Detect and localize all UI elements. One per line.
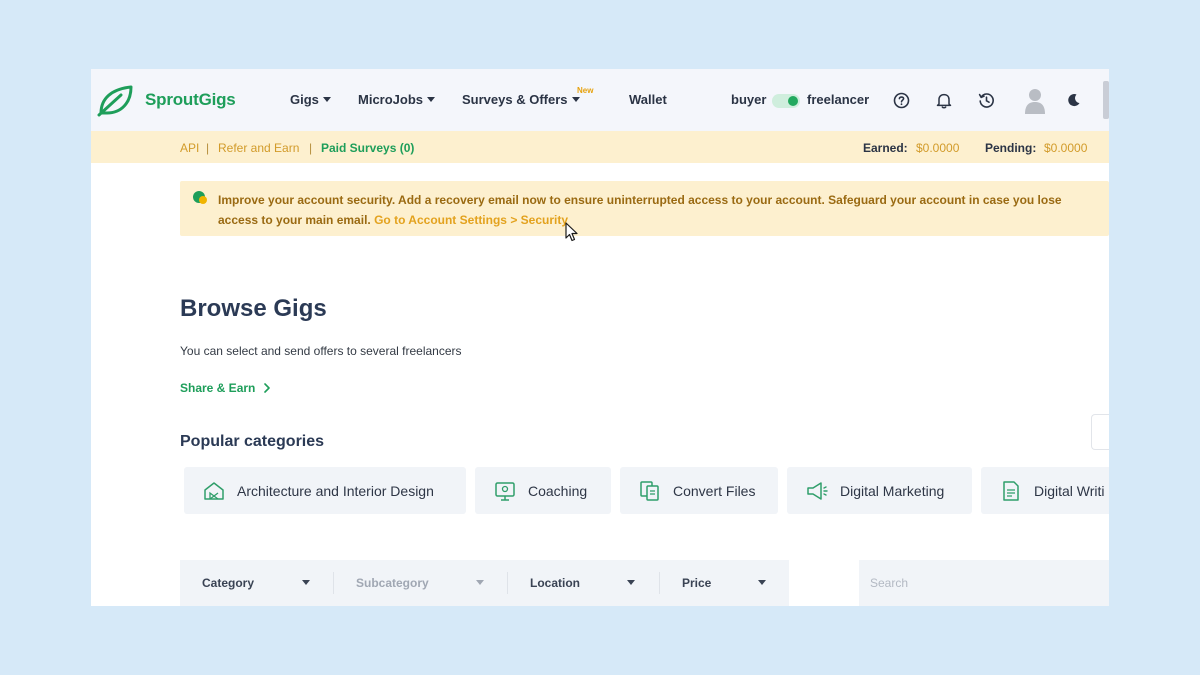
history-button[interactable]	[976, 90, 996, 110]
top-header: SproutGigs Gigs MicroJobs Surveys & Offe…	[91, 69, 1109, 131]
chevron-down-icon	[571, 97, 580, 102]
sub-navigation-bar: API | Refer and Earn | Paid Surveys (0) …	[91, 131, 1109, 163]
price-dropdown-label: Price	[682, 576, 712, 590]
page-subtitle: You can select and send offers to severa…	[180, 344, 462, 358]
chevron-down-icon	[427, 97, 436, 102]
share-and-earn-label: Share & Earn	[180, 381, 256, 395]
help-button[interactable]	[891, 90, 911, 110]
category-convert-files[interactable]: Convert Files	[620, 467, 778, 514]
leaf-logo-icon	[97, 85, 133, 117]
category-label: Digital Writi	[1034, 482, 1105, 499]
popular-categories-title: Popular categories	[180, 433, 325, 450]
category-dropdown[interactable]: Category	[202, 560, 332, 606]
category-coaching[interactable]: Coaching	[475, 467, 611, 514]
chevron-down-icon	[322, 97, 331, 102]
category-dropdown-label: Category	[202, 576, 255, 590]
separator: |	[206, 141, 210, 155]
history-icon	[978, 92, 994, 108]
divider	[659, 572, 660, 594]
chevron-right-icon	[264, 383, 271, 393]
chevron-down-icon	[758, 580, 766, 585]
subcategory-dropdown-label: Subcategory	[356, 576, 429, 590]
chevron-down-icon	[627, 580, 635, 585]
chat-bubble-icon	[193, 191, 207, 204]
earned-label: Earned:	[863, 141, 908, 155]
category-label: Convert Files	[673, 482, 756, 499]
security-message: Improve your account security. Add a rec…	[218, 190, 1098, 230]
mode-buyer-label: buyer	[731, 92, 766, 107]
search-input[interactable]	[859, 560, 1109, 606]
location-dropdown[interactable]: Location	[530, 560, 660, 606]
moon-icon	[1068, 94, 1080, 107]
nav-gigs[interactable]: Gigs	[290, 92, 331, 107]
refer-and-earn-link[interactable]: Refer and Earn	[218, 141, 299, 155]
side-scroll-tab[interactable]	[1091, 414, 1109, 450]
logo[interactable]: SproutGigs	[97, 83, 236, 117]
mode-buyer-text: buyer	[731, 92, 767, 107]
category-label: Architecture and Interior Design	[237, 482, 434, 499]
new-badge: New	[577, 86, 594, 95]
monitor-icon	[495, 481, 515, 501]
security-message-text: Improve your account security. Add a rec…	[218, 193, 1062, 227]
nav-surveys-label: Surveys & Offers	[462, 92, 568, 107]
brand-name: SproutGigs	[145, 90, 236, 109]
dark-mode-button[interactable]	[1064, 90, 1084, 110]
account-settings-security-link[interactable]: Go to Account Settings > Security	[374, 213, 568, 227]
paid-surveys-link[interactable]: Paid Surveys (0)	[321, 141, 414, 155]
user-avatar-icon[interactable]	[1020, 85, 1050, 115]
bell-icon	[936, 93, 952, 108]
chevron-down-icon	[476, 580, 484, 585]
share-and-earn-link[interactable]: Share & Earn	[180, 381, 271, 395]
notifications-button[interactable]	[934, 90, 954, 110]
nav-wallet-label: Wallet	[629, 92, 667, 107]
separator: |	[309, 141, 313, 155]
house-icon	[204, 481, 224, 500]
category-architecture[interactable]: Architecture and Interior Design	[184, 467, 466, 514]
nav-wallet[interactable]: Wallet	[629, 92, 667, 107]
nav-surveys-offers[interactable]: Surveys & Offers New	[462, 86, 593, 107]
mode-freelancer-text: freelancer	[807, 92, 870, 107]
earned-value: $0.0000	[916, 141, 960, 155]
window-edge	[1103, 81, 1109, 119]
browser-viewport: SproutGigs Gigs MicroJobs Surveys & Offe…	[91, 69, 1109, 606]
mouse-cursor-icon	[565, 222, 578, 242]
divider	[507, 572, 508, 594]
pending-value: $0.0000	[1044, 141, 1088, 155]
chevron-down-icon	[302, 580, 310, 585]
pending-label: Pending:	[985, 141, 1037, 155]
nav-microjobs[interactable]: MicroJobs	[358, 92, 436, 107]
filter-bar: Category Subcategory Location Price	[180, 560, 789, 606]
subcategory-dropdown[interactable]: Subcategory	[356, 560, 506, 606]
page-title: Browse Gigs	[180, 295, 327, 322]
category-label: Coaching	[528, 482, 588, 499]
nav-microjobs-label: MicroJobs	[358, 92, 424, 107]
price-dropdown[interactable]: Price	[682, 560, 782, 606]
buyer-freelancer-toggle[interactable]	[772, 94, 800, 108]
document-icon	[1003, 480, 1019, 501]
security-alert-banner: Improve your account security. Add a rec…	[180, 181, 1109, 236]
toggle-knob	[788, 96, 798, 106]
divider	[333, 572, 334, 594]
help-icon	[893, 92, 909, 108]
category-digital-writing[interactable]: Digital Writi	[981, 467, 1109, 514]
category-digital-marketing[interactable]: Digital Marketing	[787, 467, 972, 514]
api-link[interactable]: API	[180, 141, 199, 155]
nav-gigs-label: Gigs	[290, 92, 319, 107]
mode-freelancer-label: freelancer	[807, 92, 869, 107]
location-dropdown-label: Location	[530, 576, 580, 590]
megaphone-icon	[807, 481, 828, 500]
category-label: Digital Marketing	[840, 482, 945, 499]
files-icon	[640, 480, 659, 501]
